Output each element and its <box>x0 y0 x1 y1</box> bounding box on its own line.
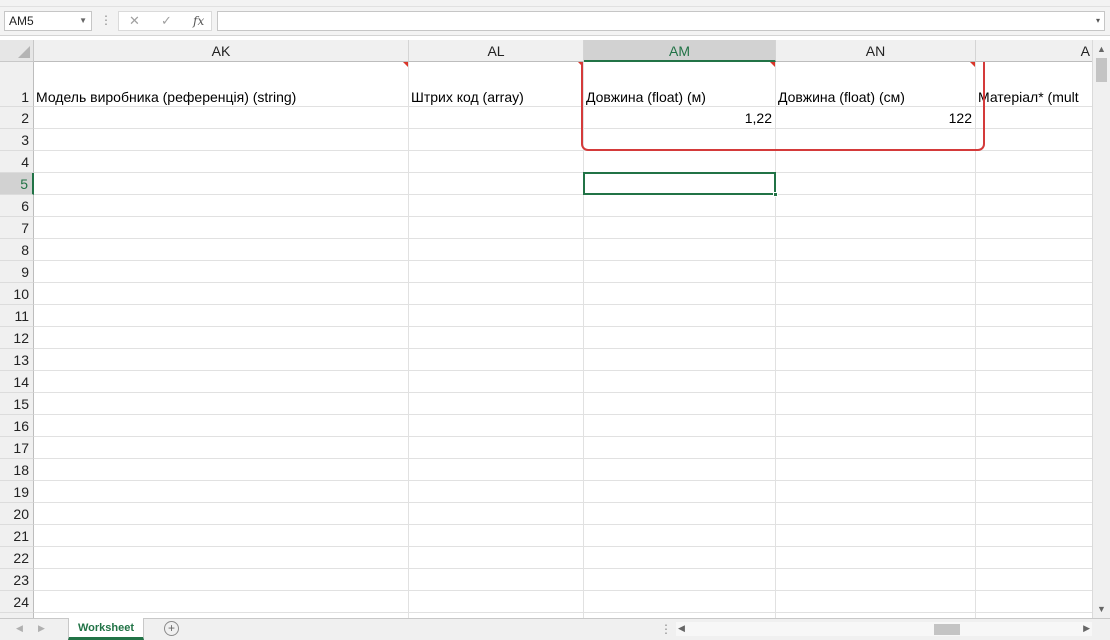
row-header-5[interactable]: 5 <box>0 173 34 195</box>
next-sheet-icon[interactable]: ▶ <box>38 623 45 634</box>
row-header-16[interactable]: 16 <box>0 415 34 437</box>
cell-ak1[interactable]: Модель виробника (референція) (string) <box>36 89 296 105</box>
formula-buttons: ✕ ✓ fx <box>118 11 212 31</box>
active-cell-am5[interactable] <box>583 172 778 197</box>
vertical-scrollbar[interactable]: ▲ ▼ <box>1092 40 1110 618</box>
row-header-2[interactable]: 2 <box>0 107 34 129</box>
row-header-9[interactable]: 9 <box>0 261 34 283</box>
comment-marker[interactable] <box>403 62 408 67</box>
horizontal-scroll-thumb[interactable] <box>934 624 960 635</box>
row-header-8[interactable]: 8 <box>0 239 34 261</box>
more-options-icon[interactable]: ⋮ <box>660 622 672 636</box>
enter-check-icon[interactable]: ✓ <box>161 13 172 29</box>
insert-function-icon[interactable]: fx <box>193 14 204 28</box>
cancel-icon[interactable]: ✕ <box>129 13 140 29</box>
sheet-tab-bar: ◀ ▶ Worksheet + ⋮ ◀ ▶ <box>0 618 1110 640</box>
column-header-ao[interactable]: A <box>976 40 1092 62</box>
scroll-right-icon[interactable]: ▶ <box>1083 623 1090 634</box>
chevron-down-icon[interactable]: ▼ <box>79 12 87 30</box>
select-all-button[interactable] <box>0 40 34 62</box>
cell-ao1[interactable]: Матеріал* (mult <box>978 89 1092 105</box>
add-sheet-icon[interactable]: + <box>164 621 179 636</box>
row-header-3[interactable]: 3 <box>0 129 34 151</box>
formula-bar: AM5 ▼ ⋮ ✕ ✓ fx ▾ <box>0 7 1110 36</box>
sheet-tab-worksheet[interactable]: Worksheet <box>68 618 144 640</box>
row-header-10[interactable]: 10 <box>0 283 34 305</box>
row-header-7[interactable]: 7 <box>0 217 34 239</box>
column-header-am[interactable]: AM <box>584 40 776 62</box>
row-header-18[interactable]: 18 <box>0 459 34 481</box>
more-options-icon[interactable]: ⋮ <box>100 13 112 27</box>
cell-grid[interactable]: Модель виробника (референція) (string) Ш… <box>34 62 1092 618</box>
scroll-left-icon[interactable]: ◀ <box>678 623 685 634</box>
cell-al1[interactable]: Штрих код (array) <box>411 89 524 105</box>
fill-handle[interactable] <box>773 192 778 197</box>
name-box-value: AM5 <box>9 14 34 28</box>
row-header-19[interactable]: 19 <box>0 481 34 503</box>
row-header-22[interactable]: 22 <box>0 547 34 569</box>
vertical-scroll-thumb[interactable] <box>1096 58 1107 82</box>
column-header-an[interactable]: AN <box>776 40 976 62</box>
row-header-4[interactable]: 4 <box>0 151 34 173</box>
row-header-13[interactable]: 13 <box>0 349 34 371</box>
scroll-up-icon[interactable]: ▲ <box>1097 44 1106 54</box>
scroll-down-icon[interactable]: ▼ <box>1097 604 1106 614</box>
row-header-24[interactable]: 24 <box>0 591 34 613</box>
row-header-21[interactable]: 21 <box>0 525 34 547</box>
ribbon-edge <box>0 0 1110 7</box>
row-header-23[interactable]: 23 <box>0 569 34 591</box>
row-header-17[interactable]: 17 <box>0 437 34 459</box>
select-all-icon <box>18 46 30 58</box>
row-header-15[interactable]: 15 <box>0 393 34 415</box>
expand-formula-icon[interactable]: ▾ <box>1096 16 1100 25</box>
annotation-highlight <box>581 62 985 151</box>
column-header-ak[interactable]: AK <box>34 40 409 62</box>
row-header-11[interactable]: 11 <box>0 305 34 327</box>
row-header-6[interactable]: 6 <box>0 195 34 217</box>
horizontal-scrollbar[interactable]: ◀ ▶ <box>676 622 1092 636</box>
name-box[interactable]: AM5 ▼ <box>4 11 92 31</box>
row-header-1[interactable]: 1 <box>0 62 34 107</box>
formula-input[interactable]: ▾ <box>217 11 1105 31</box>
row-header-14[interactable]: 14 <box>0 371 34 393</box>
row-header-20[interactable]: 20 <box>0 503 34 525</box>
row-header-12[interactable]: 12 <box>0 327 34 349</box>
column-header-al[interactable]: AL <box>409 40 584 62</box>
prev-sheet-icon[interactable]: ◀ <box>16 623 23 634</box>
